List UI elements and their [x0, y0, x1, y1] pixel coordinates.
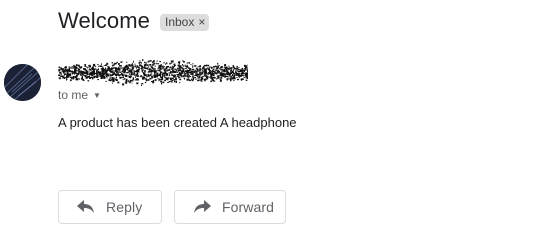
recipient-text: to me [58, 88, 89, 102]
sender-name-redacted [58, 52, 250, 87]
redaction-noise [58, 59, 250, 87]
avatar-image [4, 64, 41, 101]
message-subject: Welcome [58, 8, 150, 33]
forward-button[interactable]: Forward [174, 190, 286, 224]
label-chip-inbox[interactable]: Inbox × [160, 13, 210, 31]
label-chip-text: Inbox [165, 14, 195, 29]
forward-arrow-icon [193, 200, 211, 214]
remove-label-icon[interactable]: × [198, 15, 205, 29]
sender-avatar[interactable] [4, 64, 41, 101]
reply-button[interactable]: Reply [58, 190, 162, 224]
recipient-details[interactable]: to me ▼ [58, 88, 101, 102]
message-header: Welcome Inbox × [58, 8, 210, 34]
reply-label: Reply [106, 199, 143, 215]
reply-arrow-icon [77, 200, 95, 214]
caret-down-icon[interactable]: ▼ [93, 91, 101, 100]
message-body: A product has been created A headphone [58, 115, 297, 130]
forward-label: Forward [222, 199, 275, 215]
